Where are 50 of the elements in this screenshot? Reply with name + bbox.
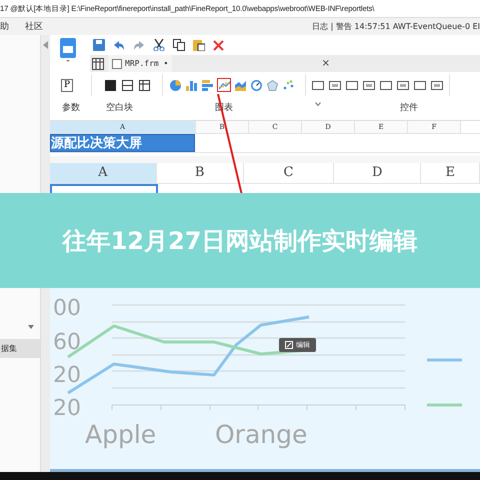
column-header[interactable]: D [334, 163, 422, 183]
toolbar-group-label: 参数 [62, 102, 80, 114]
menu-item[interactable]: 社区 [25, 20, 43, 33]
form-file-icon [112, 58, 122, 68]
block-icon[interactable] [104, 80, 116, 90]
chart-type-button[interactable] [217, 78, 231, 92]
grid-add-icon[interactable] [92, 58, 104, 70]
menu-item[interactable]: 助 [0, 20, 9, 33]
column-header[interactable]: C [244, 163, 334, 183]
widget-icon[interactable] [397, 80, 409, 90]
y-axis-label: 60 [53, 330, 81, 355]
close-tab-button[interactable]: × [322, 58, 330, 69]
paste-icon[interactable] [193, 39, 205, 51]
x-axis-label: Apple [85, 420, 156, 449]
column-header[interactable]: E [421, 163, 480, 183]
document-icon[interactable] [60, 38, 76, 62]
widget-icon[interactable] [431, 80, 443, 90]
document-tab[interactable]: MRP.frm • [108, 55, 172, 72]
sidebar-item[interactable]: 据集 [0, 339, 40, 358]
widget-icon[interactable] [363, 80, 375, 90]
copy-icon[interactable] [173, 39, 185, 51]
widget-icon[interactable] [312, 80, 324, 90]
toolbar-group-label: 空白块 [106, 102, 133, 114]
save-icon[interactable] [93, 39, 105, 51]
expand-caret-icon[interactable] [315, 102, 321, 106]
dropdown-caret-icon[interactable] [28, 325, 34, 329]
column-header[interactable]: B [156, 163, 244, 183]
widget-icon[interactable] [329, 80, 341, 90]
banner-title: 往年12月27日网站制作实时编辑 [62, 226, 418, 256]
selected-cell[interactable]: 源配比决策大屏 [50, 134, 195, 152]
widget-icon[interactable] [414, 80, 426, 90]
split-block-icon[interactable] [122, 80, 132, 90]
collapse-arrow-icon[interactable] [43, 41, 48, 49]
x-axis-label: Orange [215, 420, 308, 449]
parameter-button[interactable]: P [61, 78, 74, 92]
toolbar-group-label: 控件 [400, 102, 418, 114]
y-axis-label: 20 [53, 363, 81, 388]
edit-icon [285, 341, 293, 349]
y-axis-label: 00 [53, 296, 81, 321]
delete-icon[interactable] [213, 40, 224, 50]
log-status-text: 日志 | 警告 14:57:51 AWT-EventQueue-0 EI [311, 21, 480, 32]
cut-icon[interactable] [153, 39, 165, 51]
y-axis-label: 20 [53, 396, 81, 421]
column-header[interactable]: A [50, 163, 157, 183]
widget-icon[interactable] [380, 80, 392, 90]
widget-icon[interactable] [346, 80, 358, 90]
line-chart-icon[interactable] [218, 80, 230, 90]
undo-icon[interactable] [113, 40, 125, 50]
tab-block-icon[interactable] [138, 80, 150, 90]
redo-icon[interactable] [133, 40, 145, 50]
